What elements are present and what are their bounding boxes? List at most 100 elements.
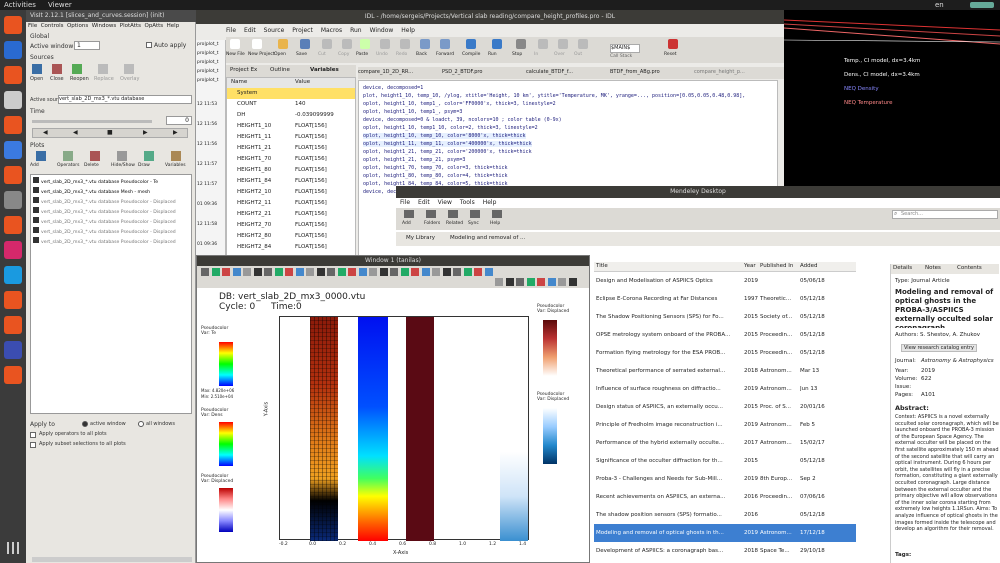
viewer-tool-icon[interactable] — [232, 268, 241, 276]
plot-list-item[interactable]: vert_slab_2D_mx3_*.vtu database Pseudoco… — [33, 217, 189, 226]
doc-column-header[interactable]: Published In — [760, 263, 793, 269]
doc-row[interactable]: Recent achievements on ASPIICS, an exter… — [594, 488, 856, 506]
idl-toolbar-button[interactable]: New File — [226, 52, 245, 57]
doc-authors[interactable]: Authors: S. Shestov, A. Zhukov — [895, 332, 980, 338]
overlay-icon[interactable] — [124, 64, 134, 74]
viewer-tool-icon[interactable] — [306, 268, 314, 276]
viewer-tool-icon[interactable] — [243, 268, 251, 276]
idl-toolbar-icon[interactable] — [300, 39, 310, 49]
plot-expand-icon[interactable] — [33, 177, 39, 183]
time-field[interactable]: 0 — [166, 116, 192, 125]
plot-tool-icon[interactable] — [171, 151, 181, 161]
dock-app-icon[interactable] — [4, 166, 22, 184]
plot-expand-icon[interactable] — [33, 237, 39, 243]
variable-row[interactable]: System — [227, 88, 355, 99]
dock-app-icon[interactable] — [4, 341, 22, 359]
idl-toolbar-button[interactable]: New Project — [248, 52, 275, 57]
idl-toolbar-icon[interactable] — [322, 39, 332, 49]
mendeley-menu-item[interactable]: Edit — [418, 199, 430, 206]
menu-file[interactable]: File — [28, 23, 37, 29]
doc-row[interactable]: Design status of ASPIICS, an externally … — [594, 398, 856, 416]
viewer-tool-icon[interactable] — [274, 268, 283, 276]
open-icon[interactable] — [32, 64, 42, 74]
plot-tool-button[interactable]: Variables — [165, 163, 186, 168]
idl-toolbar-icon[interactable] — [440, 39, 450, 49]
viewer-tool-icon[interactable] — [568, 278, 577, 286]
idl-file-tab[interactable]: BTDF_from_ABg.pro — [610, 69, 692, 75]
doc-row[interactable]: Formation flying metrology for the ESA P… — [594, 344, 856, 362]
idl-toolbar-icon[interactable] — [400, 39, 410, 49]
viewer-plot-area[interactable] — [279, 316, 529, 541]
mendeley-menu-item[interactable]: Help — [483, 199, 497, 206]
search-input[interactable]: Search... — [892, 210, 998, 219]
recent-file-item[interactable]: pro|plot_t — [197, 78, 219, 83]
doc-row[interactable]: The Shadow Positioning Sensors (SPS) for… — [594, 308, 856, 326]
viewer-tool-icon[interactable] — [201, 268, 209, 276]
idl-toolbar-icon[interactable] — [492, 39, 502, 49]
recent-file-item[interactable]: pro|plot_t — [197, 42, 219, 47]
viewer-tool-icon[interactable] — [222, 268, 230, 276]
mendeley-tab[interactable]: Modeling and removal of ... — [450, 235, 525, 241]
idl-toolbar-button[interactable]: Paste — [356, 52, 368, 57]
auto-apply-checkbox[interactable] — [146, 42, 152, 48]
mendeley-tool-icon[interactable] — [470, 210, 480, 218]
viewer-tool-icon[interactable] — [390, 268, 398, 276]
plot-tool-icon[interactable] — [117, 151, 127, 161]
plot-list-item[interactable]: vert_slab_2D_mx3_*.vtu database Pseudoco… — [33, 177, 189, 186]
idl-toolbar-button[interactable]: Compile — [462, 52, 480, 57]
variable-row[interactable]: HEIGHT2_70 FLOAT[156] — [227, 220, 355, 231]
variable-row[interactable]: HEIGHT2_21 FLOAT[156] — [227, 209, 355, 220]
mendeley-tool-icon[interactable] — [448, 210, 458, 218]
view-catalog-button[interactable]: View research catalog entry — [901, 344, 977, 352]
active-source-select[interactable]: vert_slab_2D_mx3_*.vtu database — [58, 95, 192, 104]
idl-toolbar-button[interactable]: Back — [416, 52, 427, 57]
idl-toolbar-button[interactable]: Open — [274, 52, 286, 57]
mendeley-tool-button[interactable]: Sync — [468, 221, 479, 226]
plot-expand-icon[interactable] — [33, 207, 39, 213]
plot-expand-icon[interactable] — [33, 217, 39, 223]
viewer-tool-icon[interactable] — [295, 268, 304, 276]
journal-value[interactable]: Astronomy & Astrophysics — [921, 358, 994, 364]
idl-toolbar-button[interactable]: Copy — [338, 52, 349, 57]
doc-column-header[interactable]: Title — [596, 263, 608, 269]
idl-menu-item[interactable]: Help — [401, 27, 415, 34]
viewer-tool-icon[interactable] — [442, 268, 451, 276]
activities-button[interactable]: Activities — [4, 0, 36, 10]
apply-operators-checkbox[interactable] — [30, 432, 36, 438]
idl-toolbar-button[interactable]: Run — [488, 52, 497, 57]
idl-toolbar-icon[interactable] — [252, 39, 262, 49]
idl-file-tab[interactable]: calculate_BTDF_f... — [526, 69, 608, 75]
plot-tool-button[interactable]: Draw — [138, 163, 150, 168]
idl-toolbar-button[interactable]: Out — [574, 52, 582, 57]
viewer-tool-icon[interactable] — [474, 268, 482, 276]
dock-app-icon[interactable] — [4, 241, 22, 259]
var-value-column-header[interactable]: Value — [295, 79, 310, 85]
active-window-radio[interactable] — [82, 421, 88, 427]
idl-menu-item[interactable]: Edit — [244, 27, 256, 34]
dock-app-icon[interactable] — [4, 66, 22, 84]
idl-toolbar-button[interactable]: In — [534, 52, 538, 57]
idl-file-tab[interactable]: compare_1D_2D_RR... — [358, 69, 440, 75]
mendeley-tool-button[interactable]: Help — [490, 221, 500, 226]
viewer-tool-icon[interactable] — [495, 278, 503, 286]
call-stack-select[interactable]: $MAIN$ — [610, 44, 640, 53]
doc-row[interactable]: Proba-3 - Challenges and Needs for Sub-M… — [594, 470, 856, 488]
viewer-tool-icon[interactable] — [484, 268, 493, 276]
plot-list-item[interactable]: vert_slab_2D_mx3_*.vtu database Mesh - m… — [33, 187, 189, 196]
recent-file-item[interactable]: pro|plot_t — [197, 60, 219, 65]
viewer-tool-icon[interactable] — [432, 268, 440, 276]
plot-tool-icon[interactable] — [36, 151, 46, 161]
idl-file-tab[interactable]: compare_height_p... — [694, 69, 776, 75]
idl-toolbar-icon[interactable] — [578, 39, 588, 49]
idl-toolbar-icon[interactable] — [538, 39, 548, 49]
viewer-tool-icon[interactable] — [348, 268, 356, 276]
viewer-tool-icon[interactable] — [358, 268, 367, 276]
idl-toolbar-button[interactable]: Over — [554, 52, 565, 57]
dock-app-icon[interactable] — [4, 116, 22, 134]
idl-toolbar-icon[interactable] — [380, 39, 390, 49]
mendeley-tool-button[interactable]: Folders — [424, 221, 440, 226]
idl-toolbar-icon[interactable] — [278, 39, 288, 49]
close-icon[interactable] — [52, 64, 62, 74]
play-back-icon[interactable]: ◀ — [73, 129, 78, 136]
plot-tool-icon[interactable] — [90, 151, 100, 161]
